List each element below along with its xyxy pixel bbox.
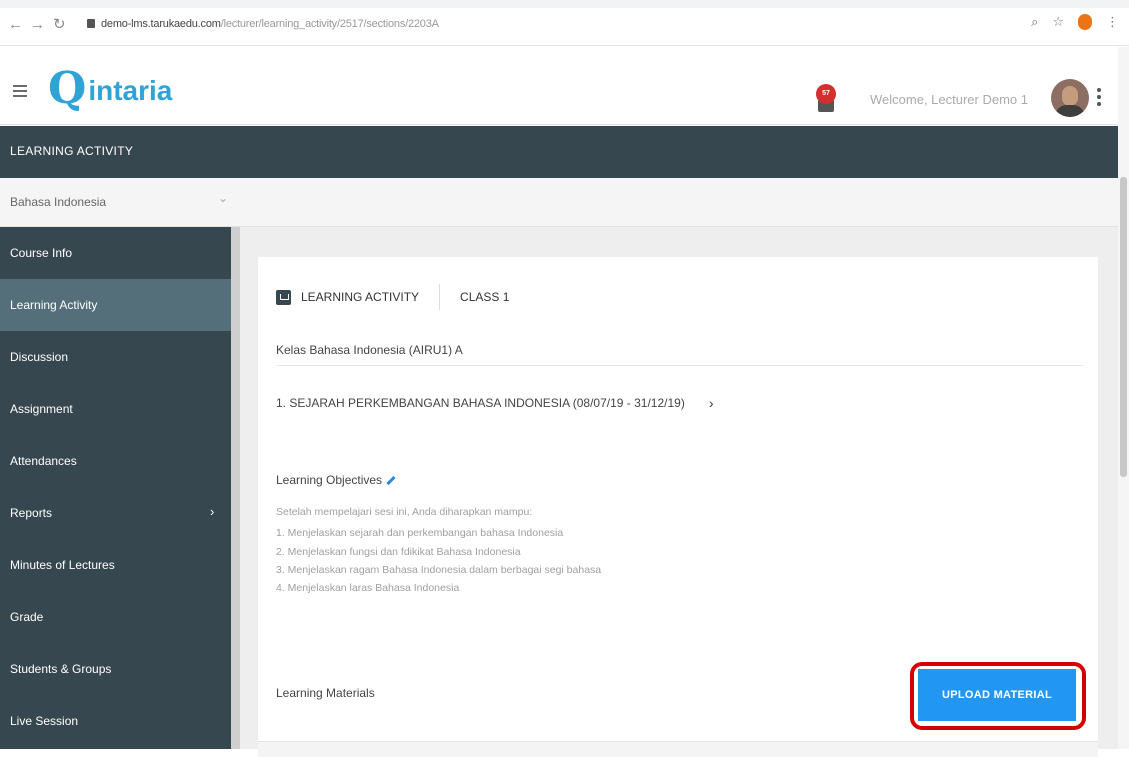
sidebar-item-label: Reports xyxy=(10,506,53,520)
bookmark-star-icon[interactable]: ☆ xyxy=(1052,14,1064,30)
welcome-text: Welcome, Lecturer Demo 1 xyxy=(870,92,1028,107)
app-logo[interactable]: Q intaria xyxy=(48,67,172,111)
chevron-right-icon[interactable]: › xyxy=(709,395,714,411)
subject-select[interactable]: Bahasa Indonesia ⌄ xyxy=(0,178,240,226)
address-bar[interactable]: demo-lms.tarukaedu.com/lecturer/learning… xyxy=(87,18,439,30)
sidebar-item-reports[interactable]: Reports › xyxy=(0,487,231,539)
upload-material-button[interactable]: UPLOAD MATERIAL xyxy=(918,669,1076,721)
notification-badge: 57 xyxy=(816,84,836,104)
reload-icon[interactable]: ↻ xyxy=(53,17,66,33)
sidebar-item-live-session[interactable]: Live Session xyxy=(0,695,231,747)
learning-activity-card: LEARNING ACTIVITY CLASS 1 Kelas Bahasa I… xyxy=(258,257,1098,757)
sidebar-item-discussion[interactable]: Discussion xyxy=(0,331,231,383)
browser-menu-icon[interactable]: ⋮ xyxy=(1106,14,1119,30)
subject-bar: Bahasa Indonesia ⌄ xyxy=(0,178,1129,227)
sidebar-item-label: Attendances xyxy=(10,454,77,468)
objective-line: 1. Menjelaskan sejarah dan perkembangan … xyxy=(276,527,564,539)
breadcrumb-class: CLASS 1 xyxy=(460,290,510,304)
url-path: /lecturer/learning_activity/2517/section… xyxy=(220,18,439,30)
browser-toolbar: ← → ↻ demo-lms.tarukaedu.com/lecturer/le… xyxy=(0,0,1129,46)
breadcrumb-section: LEARNING ACTIVITY xyxy=(301,290,420,304)
avatar-shirt xyxy=(1055,105,1085,117)
back-icon[interactable]: ← xyxy=(8,17,23,33)
sidebar-item-label: Grade xyxy=(10,610,44,624)
sidebar-item-label: Discussion xyxy=(10,350,69,364)
sidebar-item-label: Course Info xyxy=(10,246,73,260)
book-icon xyxy=(276,289,291,305)
page-scrollbar-thumb[interactable] xyxy=(1120,177,1127,477)
logo-mark: Q xyxy=(48,63,87,114)
sidebar-item-attendances[interactable]: Attendances xyxy=(0,435,231,487)
breadcrumb: LEARNING ACTIVITY CLASS 1 xyxy=(276,284,510,310)
logo-word: intaria xyxy=(88,75,173,106)
section-title: LEARNING ACTIVITY xyxy=(10,144,134,158)
sidebar-item-label: Minutes of Lectures xyxy=(10,558,115,572)
sidebar-item-label: Assignment xyxy=(10,402,73,416)
objective-line: 3. Menjelaskan ragam Bahasa Indonesia da… xyxy=(276,564,602,576)
sidebar-item-grade[interactable]: Grade xyxy=(0,591,231,643)
objective-line: 4. Menjelaskan laras Bahasa Indonesia xyxy=(276,582,460,594)
learning-objectives-title: Learning Objectives xyxy=(276,473,383,487)
objective-line: Setelah mempelajari sesi ini, Anda dihar… xyxy=(276,506,533,518)
sidebar-item-learning-activity[interactable]: Learning Activity xyxy=(0,279,231,331)
sidebar: Course Info Learning Activity Discussion… xyxy=(0,227,231,749)
sidebar-item-label: Live Session xyxy=(10,714,79,728)
zoom-icon[interactable]: ⌕ xyxy=(1031,14,1038,30)
section-title-bar: LEARNING ACTIVITY xyxy=(0,126,1129,178)
page-scrollbar[interactable] xyxy=(1118,47,1129,749)
sidebar-item-label: Students & Groups xyxy=(10,662,112,676)
topic-title: 1. SEJARAH PERKEMBANGAN BAHASA INDONESIA… xyxy=(276,396,685,410)
edit-pencil-icon[interactable] xyxy=(386,475,396,485)
sidebar-item-label: Learning Activity xyxy=(10,298,98,312)
notification-bell-icon[interactable]: 57 xyxy=(813,82,839,118)
sidebar-scrollbar[interactable] xyxy=(231,227,240,749)
learning-objectives-heading: Learning Objectives xyxy=(276,473,396,487)
lock-icon xyxy=(87,19,95,28)
sidebar-item-students-groups[interactable]: Students & Groups xyxy=(0,643,231,695)
avatar-face xyxy=(1062,86,1078,106)
topic-row[interactable]: 1. SEJARAH PERKEMBANGAN BAHASA INDONESIA… xyxy=(276,395,714,411)
objective-line: 2. Menjelaskan fungsi dan fdikikat Bahas… xyxy=(276,546,521,558)
subject-select-value: Bahasa Indonesia xyxy=(10,195,107,209)
hamburger-menu-icon[interactable] xyxy=(13,85,27,100)
breadcrumb-divider xyxy=(439,284,441,310)
chevron-down-icon: ⌄ xyxy=(218,191,229,205)
chevron-right-icon: › xyxy=(210,504,215,519)
more-options-icon[interactable] xyxy=(1097,88,1101,109)
forward-icon[interactable]: → xyxy=(30,17,45,33)
sidebar-item-assignment[interactable]: Assignment xyxy=(0,383,231,435)
browser-tab-strip xyxy=(0,0,1129,8)
materials-table-header xyxy=(258,741,1098,757)
divider xyxy=(276,365,1084,366)
sidebar-item-course-info[interactable]: Course Info xyxy=(0,227,231,279)
learning-materials-title: Learning Materials xyxy=(276,686,375,700)
user-avatar[interactable] xyxy=(1051,79,1089,117)
sidebar-item-minutes-of-lectures[interactable]: Minutes of Lectures xyxy=(0,539,231,591)
extension-icon[interactable] xyxy=(1078,14,1092,30)
main-content: LEARNING ACTIVITY CLASS 1 Kelas Bahasa I… xyxy=(240,227,1118,757)
class-name: Kelas Bahasa Indonesia (AIRU1) A xyxy=(276,343,463,357)
app-header: Q intaria 57 Welcome, Lecturer Demo 1 xyxy=(0,47,1129,125)
url-host: demo-lms.tarukaedu.com xyxy=(101,18,221,30)
